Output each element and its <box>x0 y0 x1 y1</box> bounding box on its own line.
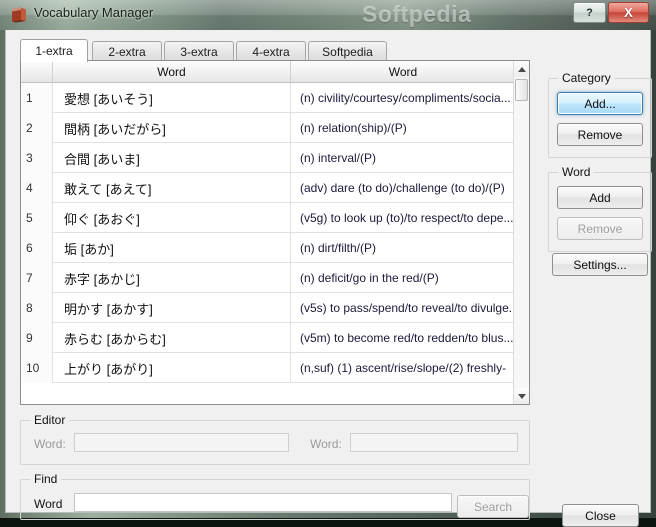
search-button[interactable]: Search <box>457 495 529 518</box>
row-definition: (n) deficit/go in the red/(P) <box>300 271 439 285</box>
row-definition: (v5m) to become red/to redden/to blus... <box>300 331 514 345</box>
word-group: Word <box>548 165 652 252</box>
table-row[interactable]: 5 仰ぐ [あおぐ] (v5g) to look up (to)/to resp… <box>21 203 515 233</box>
close-button[interactable]: Close <box>562 504 639 527</box>
tab-1-extra[interactable]: 1-extra <box>20 39 88 62</box>
table-row[interactable]: 7 赤字 [あかじ] (n) deficit/go in the red/(P) <box>21 263 515 293</box>
word-add-button[interactable]: Add <box>557 186 643 209</box>
settings-button[interactable]: Settings... <box>552 253 648 276</box>
row-number: 9 <box>21 323 53 353</box>
table-vertical-scrollbar[interactable] <box>513 61 529 404</box>
vocabulary-table[interactable]: Word Word 1 愛想 [あいそう] (n) civility/court… <box>20 60 530 405</box>
row-number: 8 <box>21 293 53 323</box>
category-group-title: Category <box>558 71 615 85</box>
scroll-up-button[interactable] <box>514 61 529 77</box>
row-definition: (v5s) to pass/spend/to reveal/to divulge… <box>300 301 515 315</box>
row-word: 仰ぐ [あおぐ] <box>53 203 291 233</box>
tab-softpedia[interactable]: Softpedia <box>308 41 387 61</box>
row-number: 5 <box>21 203 53 233</box>
close-window-button[interactable]: X <box>608 2 649 23</box>
table-row[interactable]: 10 上がり [あがり] (n,suf) (1) ascent/rise/slo… <box>21 353 515 383</box>
tab-4-extra[interactable]: 4-extra <box>236 41 306 61</box>
row-number: 10 <box>21 353 53 383</box>
row-word: 垢 [あか] <box>53 233 291 263</box>
table-row[interactable]: 8 明かす [あかす] (v5s) to pass/spend/to revea… <box>21 293 515 323</box>
row-word: 明かす [あかす] <box>53 293 291 323</box>
title-bar[interactable]: Softpedia Vocabulary Manager ? X <box>0 0 656 30</box>
row-definition: (adv) dare (to do)/challenge (to do)/(P) <box>300 181 505 195</box>
row-definition: (n) interval/(P) <box>300 151 377 165</box>
row-number: 6 <box>21 233 53 263</box>
softpedia-watermark: Softpedia <box>362 1 472 27</box>
triangle-down-icon <box>517 393 526 399</box>
column-header-number[interactable] <box>21 61 53 83</box>
editor-group-title: Editor <box>30 413 70 427</box>
row-definition: (n) dirt/filth/(P) <box>300 241 377 255</box>
table-row[interactable]: 1 愛想 [あいそう] (n) civility/courtesy/compli… <box>21 83 515 113</box>
find-group: Find Word <box>20 472 530 520</box>
category-remove-button[interactable]: Remove <box>557 123 643 146</box>
row-definition: (n,suf) (1) ascent/rise/slope/(2) freshl… <box>300 361 507 375</box>
row-word: 合間 [あいま] <box>53 143 291 173</box>
row-number: 3 <box>21 143 53 173</box>
word-remove-button[interactable]: Remove <box>557 217 643 240</box>
row-word: 敢えて [あえて] <box>53 173 291 203</box>
editor-word2-label: Word: <box>310 437 342 451</box>
row-word: 赤らむ [あからむ] <box>53 323 291 353</box>
row-number: 1 <box>21 83 53 113</box>
find-word-label: Word <box>34 497 63 511</box>
table-row[interactable]: 2 間柄 [あいだがら] (n) relation(ship)/(P) <box>21 113 515 143</box>
table-row[interactable]: 6 垢 [あか] (n) dirt/filth/(P) <box>21 233 515 263</box>
scrollbar-thumb[interactable] <box>515 79 528 101</box>
row-word: 間柄 [あいだがら] <box>53 113 291 143</box>
table-row[interactable]: 3 合間 [あいま] (n) interval/(P) <box>21 143 515 173</box>
table-row[interactable]: 4 敢えて [あえて] (adv) dare (to do)/challenge… <box>21 173 515 203</box>
search-input[interactable] <box>74 493 452 512</box>
row-definition: (n) relation(ship)/(P) <box>300 121 407 135</box>
table-viewport: Word Word 1 愛想 [あいそう] (n) civility/court… <box>21 61 515 404</box>
column-header-word[interactable]: Word <box>53 61 291 83</box>
scroll-down-button[interactable] <box>514 388 529 404</box>
editor-group: Editor Word: Word: <box>20 413 530 465</box>
client-area: 1-extra 2-extra 3-extra 4-extra Softpedi… <box>5 30 652 527</box>
category-add-button[interactable]: Add... <box>557 92 643 115</box>
row-word: 上がり [あがり] <box>53 353 291 383</box>
window-title: Vocabulary Manager <box>34 5 154 20</box>
triangle-up-icon <box>517 66 526 72</box>
row-word: 赤字 [あかじ] <box>53 263 291 293</box>
editor-word1-input[interactable] <box>74 433 289 452</box>
row-number: 4 <box>21 173 53 203</box>
help-button[interactable]: ? <box>573 2 606 23</box>
tab-2-extra[interactable]: 2-extra <box>92 41 162 61</box>
find-group-title: Find <box>30 472 62 486</box>
editor-word1-label: Word: <box>34 437 66 451</box>
row-definition: (v5g) to look up (to)/to respect/to depe… <box>300 211 514 225</box>
word-group-title: Word <box>558 165 595 179</box>
category-group: Category <box>548 71 652 158</box>
column-header-definition[interactable]: Word <box>291 61 515 83</box>
tab-strip: 1-extra 2-extra 3-extra 4-extra Softpedi… <box>20 39 529 62</box>
table-row[interactable]: 9 赤らむ [あからむ] (v5m) to become red/to redd… <box>21 323 515 353</box>
row-word: 愛想 [あいそう] <box>53 83 291 113</box>
row-number: 2 <box>21 113 53 143</box>
application-window: Softpedia Vocabulary Manager ? X 1-extra… <box>0 0 656 527</box>
book-icon <box>12 7 26 23</box>
row-definition: (n) civility/courtesy/compliments/socia.… <box>300 91 511 105</box>
row-number: 7 <box>21 263 53 293</box>
tab-3-extra[interactable]: 3-extra <box>164 41 234 61</box>
editor-word2-input[interactable] <box>350 433 518 452</box>
